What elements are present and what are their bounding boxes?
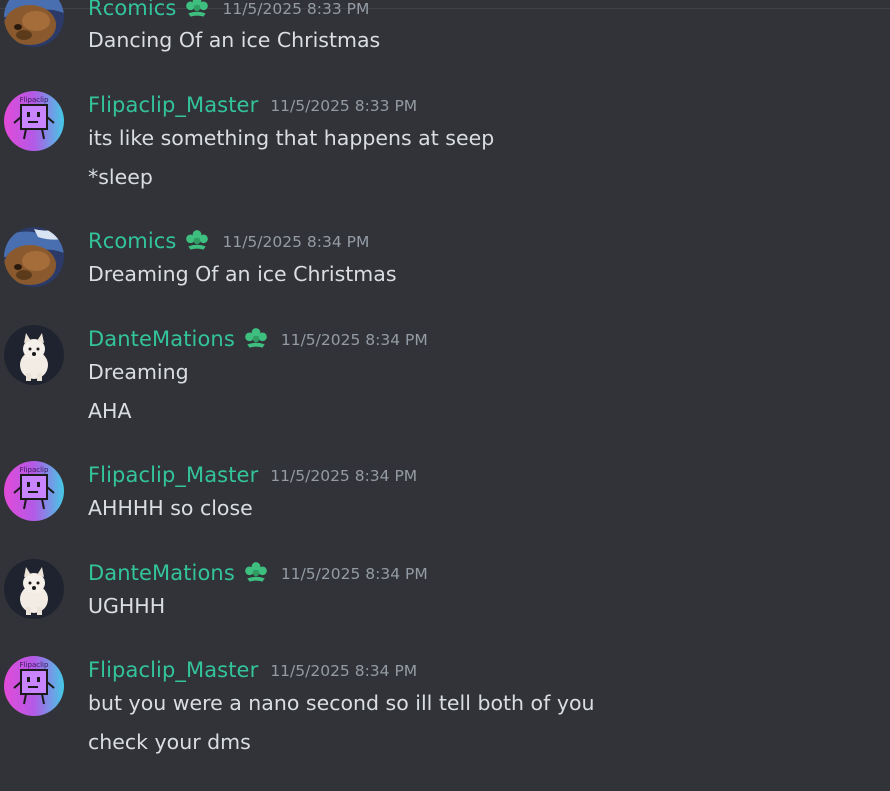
username[interactable]: DanteMations xyxy=(88,327,235,351)
flower-icon[interactable] xyxy=(243,326,269,352)
timestamp[interactable]: 11/5/2025 8:34 PM xyxy=(222,233,369,251)
username[interactable]: Flipaclip_Master xyxy=(88,658,258,682)
flower-icon[interactable] xyxy=(184,0,210,21)
message-text: Dreaming Of an ice Christmas xyxy=(88,262,397,286)
otter-avatar[interactable] xyxy=(4,227,64,287)
timestamp[interactable]: 11/5/2025 8:33 PM xyxy=(222,0,369,18)
timestamp[interactable]: 11/5/2025 8:34 PM xyxy=(270,467,417,485)
message-text: check your dms xyxy=(88,730,251,754)
dog-avatar[interactable] xyxy=(4,325,64,385)
timestamp[interactable]: 11/5/2025 8:33 PM xyxy=(270,97,417,115)
username[interactable]: DanteMations xyxy=(88,561,235,585)
otter-avatar[interactable] xyxy=(4,0,64,47)
flower-icon[interactable] xyxy=(184,228,210,254)
message-text: its like something that happens at seep xyxy=(88,126,495,150)
message-text: AHA xyxy=(88,399,132,423)
chat-messages: Rcomics 11/5/2025 8:33 PM Dancing Of an … xyxy=(0,0,890,791)
svg-text:Flipaclip: Flipaclip xyxy=(20,466,49,474)
timestamp[interactable]: 11/5/2025 8:34 PM xyxy=(270,662,417,680)
message-text: *sleep xyxy=(88,165,153,189)
flipaclip-avatar[interactable]: Flipaclip xyxy=(4,656,64,716)
username[interactable]: Rcomics xyxy=(88,0,176,20)
message-text: UGHHH xyxy=(88,594,166,618)
flipaclip-avatar[interactable]: Flipaclip xyxy=(4,461,64,521)
message-text: but you were a nano second so ill tell b… xyxy=(88,691,595,715)
username[interactable]: Flipaclip_Master xyxy=(88,93,258,117)
dog-avatar[interactable] xyxy=(4,559,64,619)
flower-icon[interactable] xyxy=(243,560,269,586)
username[interactable]: Rcomics xyxy=(88,229,176,253)
message-text: AHHHH so close xyxy=(88,496,253,520)
timestamp[interactable]: 11/5/2025 8:34 PM xyxy=(281,565,428,583)
message-text: Dreaming xyxy=(88,360,189,384)
timestamp[interactable]: 11/5/2025 8:34 PM xyxy=(281,331,428,349)
flipaclip-avatar[interactable]: Flipaclip xyxy=(4,91,64,151)
username[interactable]: Flipaclip_Master xyxy=(88,463,258,487)
svg-text:Flipaclip: Flipaclip xyxy=(20,661,49,669)
svg-text:Flipaclip: Flipaclip xyxy=(20,96,49,104)
message-text: Dancing Of an ice Christmas xyxy=(88,28,381,52)
